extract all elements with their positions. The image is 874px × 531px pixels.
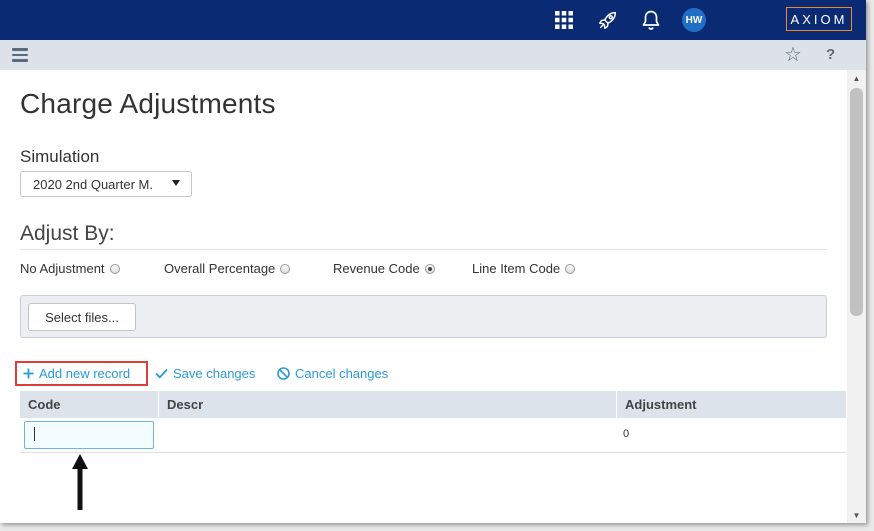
scroll-up-arrow-icon[interactable]: ▲ <box>847 70 866 86</box>
divider <box>20 249 827 250</box>
add-new-record-label: Add new record <box>39 366 131 381</box>
caret-down-icon <box>172 180 180 186</box>
radio-option-no-adjustment[interactable]: No Adjustment <box>20 261 120 276</box>
save-changes-button[interactable]: Save changes <box>155 366 255 381</box>
bell-icon[interactable] <box>639 8 663 32</box>
radio-label: Line Item Code <box>472 261 561 276</box>
radio-button[interactable] <box>565 263 576 274</box>
apps-grid-icon[interactable] <box>553 8 575 32</box>
simulation-dropdown[interactable]: 2020 2nd Quarter M. <box>20 171 192 197</box>
up-arrow-icon <box>72 454 88 510</box>
simulation-label: Simulation <box>20 147 100 166</box>
page-title: Charge Adjustments <box>20 88 276 119</box>
logo-text: AXIOM <box>790 11 848 27</box>
column-header-code[interactable]: Code <box>20 391 159 418</box>
text-cursor <box>34 427 35 441</box>
cancel-changes-button[interactable]: Cancel changes <box>277 366 388 381</box>
data-grid: Code Descr Adjustment 0 <box>20 391 846 453</box>
table-row[interactable]: 0 <box>20 418 846 453</box>
secondary-toolbar: ☆ ? <box>0 40 866 70</box>
avatar-initials: HW <box>685 14 703 26</box>
column-header-adjustment[interactable]: Adjustment <box>617 391 846 418</box>
radio-option-line-item-code[interactable]: Line Item Code <box>472 261 576 276</box>
code-input[interactable] <box>24 421 154 449</box>
file-upload-area[interactable]: Select files... <box>20 295 827 338</box>
cancel-icon <box>277 367 290 380</box>
simulation-selected-value: 2020 2nd Quarter M. <box>33 176 153 192</box>
column-header-descr[interactable]: Descr <box>159 391 617 418</box>
app-window: HW AXIOM ☆ ? ▲ ▼ Charge Adjustments Simu… <box>0 0 866 523</box>
star-icon[interactable]: ☆ <box>784 44 802 66</box>
radio-button-selected[interactable] <box>424 263 435 274</box>
add-new-record-button[interactable]: Add new record <box>23 366 130 381</box>
check-icon <box>155 368 168 379</box>
rocket-icon[interactable] <box>596 8 620 32</box>
radio-option-revenue-code[interactable]: Revenue Code <box>333 261 435 276</box>
radio-label: Revenue Code <box>333 261 420 276</box>
scrollbar-thumb[interactable] <box>850 88 863 316</box>
radio-label: Overall Percentage <box>164 261 276 276</box>
vertical-scrollbar[interactable]: ▲ ▼ <box>847 70 866 523</box>
user-avatar[interactable]: HW <box>682 8 706 32</box>
radio-label: No Adjustment <box>20 261 105 276</box>
adjust-by-heading: Adjust By: <box>20 222 115 245</box>
radio-button[interactable] <box>109 263 120 274</box>
radio-option-overall-percentage[interactable]: Overall Percentage <box>164 261 291 276</box>
cancel-changes-label: Cancel changes <box>295 366 389 381</box>
scroll-down-arrow-icon[interactable]: ▼ <box>847 507 866 523</box>
grid-header: Code Descr Adjustment <box>20 391 846 418</box>
help-icon[interactable]: ? <box>826 45 835 65</box>
axiom-logo: AXIOM <box>786 7 852 31</box>
select-files-button[interactable]: Select files... <box>28 303 136 331</box>
help-glyph: ? <box>826 46 836 63</box>
save-changes-label: Save changes <box>173 366 256 381</box>
top-navigation-bar: HW AXIOM <box>0 0 866 40</box>
hamburger-menu-icon[interactable] <box>12 48 28 62</box>
adjustment-cell[interactable]: 0 <box>623 428 629 440</box>
radio-button[interactable] <box>280 263 291 274</box>
plus-icon <box>23 368 34 379</box>
